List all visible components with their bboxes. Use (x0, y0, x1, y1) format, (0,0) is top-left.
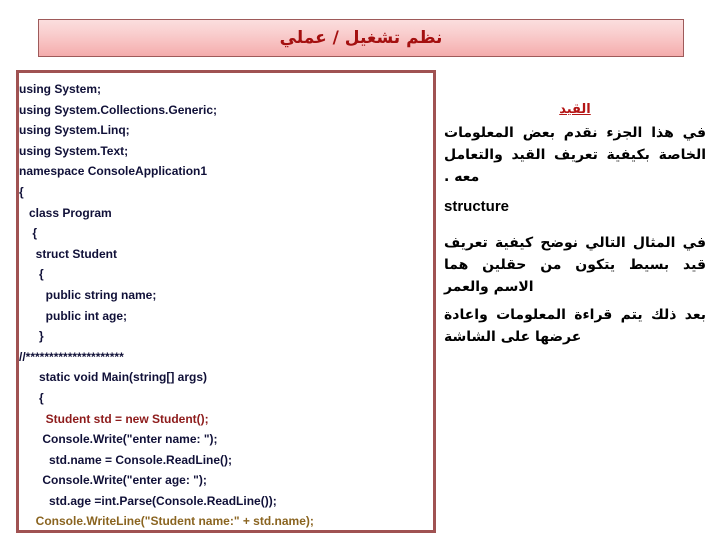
notes-column: القيد في هذا الجزء نقدم بعض المعلومات ال… (444, 100, 706, 348)
notes-paragraph-2: في المثال التالي نوضح كيفية تعريف قيد بس… (444, 235, 706, 295)
notes-spacer (444, 218, 706, 232)
code-line: } (19, 329, 44, 344)
code-line: std.age =int.Parse(Console.ReadLine()); (19, 493, 277, 508)
code-line: namespace ConsoleApplication1 (19, 164, 208, 179)
slide-title-banner: نظم تشغيل / عملي (38, 19, 684, 57)
code-line: Console.WriteLine("Student age:" + std.a… (19, 532, 433, 533)
notes-heading: القيد (559, 102, 591, 117)
code-line: class Program (19, 205, 112, 220)
code-line: Console.Write("enter name: "); (19, 432, 218, 447)
code-line: Console.WriteLine("Student name:" + std.… (19, 514, 314, 529)
code-line: public int age; (19, 308, 128, 323)
code-listing-panel: using System; using System.Collections.Ge… (16, 70, 436, 533)
code-line: { (19, 390, 44, 405)
code-line: struct Student (19, 246, 118, 261)
code-lines-container: using System; using System.Collections.Ge… (19, 73, 433, 533)
notes-keyword-structure: structure (444, 198, 510, 215)
code-line: Student std = new Student(); (19, 411, 209, 426)
code-line: { (19, 226, 38, 241)
code-line: { (19, 184, 24, 199)
notes-paragraph-1: في هذا الجزء نقدم بعض المعلومات الخاصة ب… (444, 125, 706, 185)
code-line: { (19, 267, 44, 282)
code-line: public string name; (19, 287, 157, 302)
slide-title-text: نظم تشغيل / عملي (279, 27, 443, 48)
code-line: //********************* (19, 349, 124, 364)
code-line: using System.Linq; (19, 123, 130, 138)
notes-paragraph-3: بعد ذلك يتم قراءة المعلومات واعادة عرضها… (444, 307, 706, 345)
code-line: using System; (19, 82, 102, 96)
code-line: static void Main(string[] args) (19, 370, 208, 385)
code-line: Console.Write("enter age: "); (19, 473, 207, 488)
code-line: std.name = Console.ReadLine(); (19, 452, 233, 467)
code-line: using System.Text; (19, 143, 129, 158)
code-line: using System.Collections.Generic; (19, 102, 218, 117)
